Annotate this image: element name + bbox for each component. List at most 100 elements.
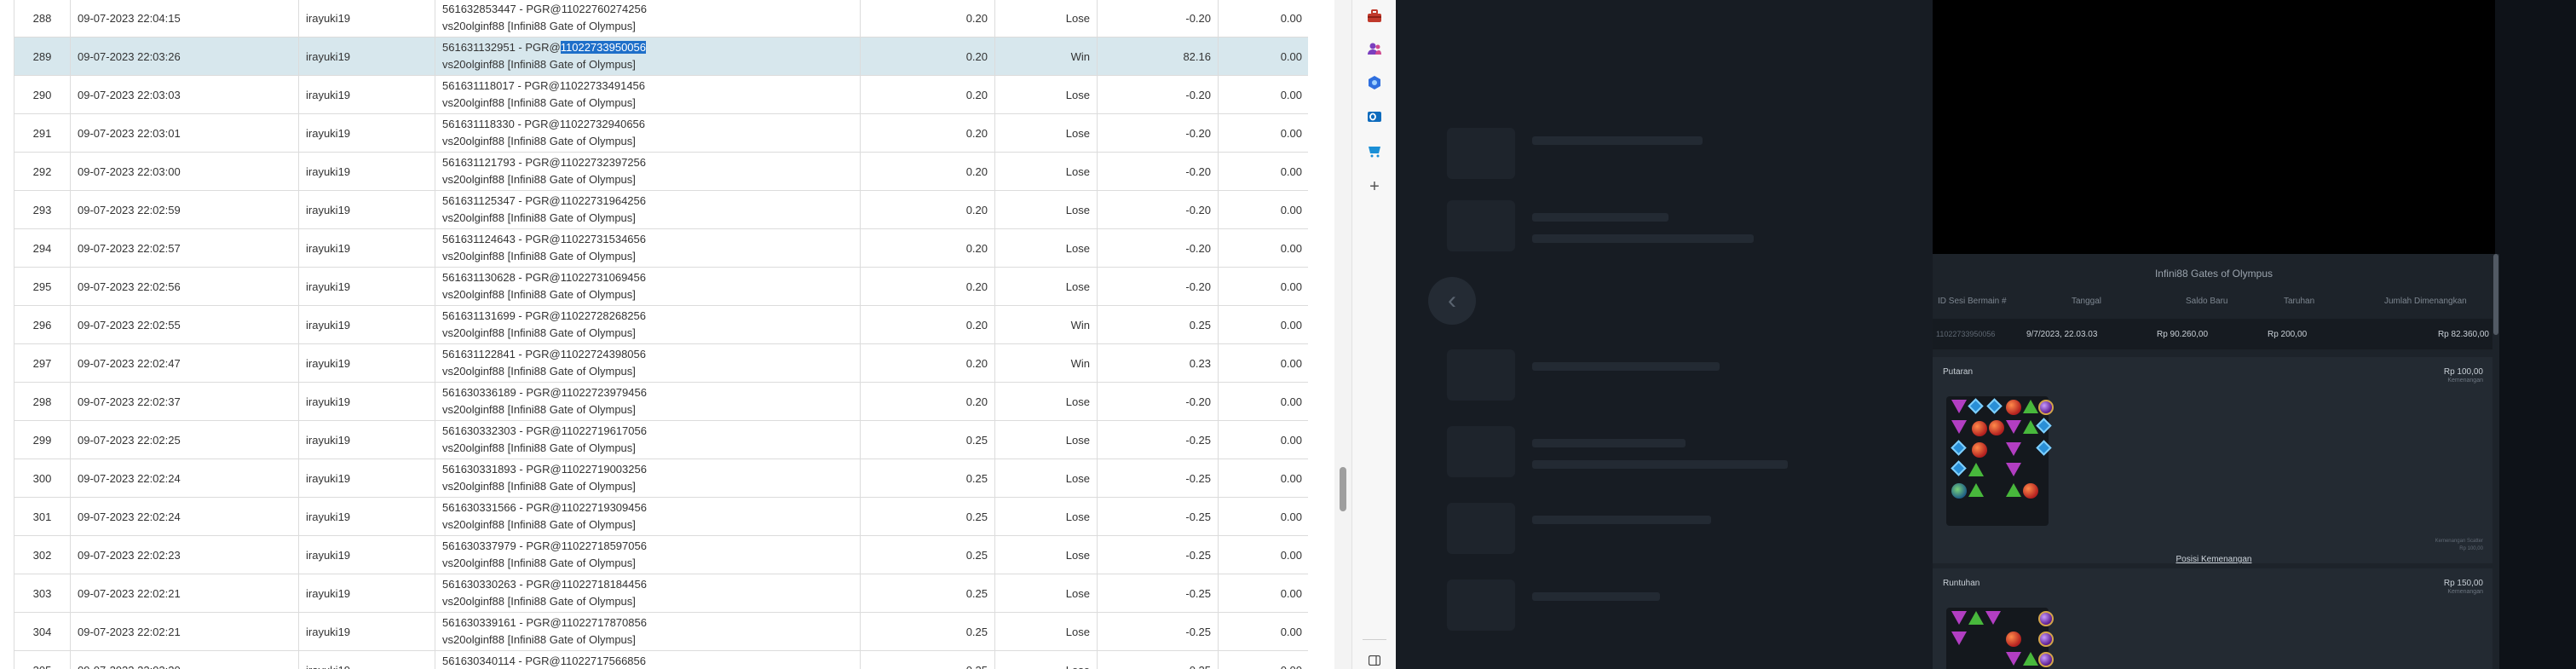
- table-row[interactable]: 293 09-07-2023 22:02:59 irayuki19 561631125…: [14, 190, 1308, 229]
- page-scrollbar-thumb[interactable]: [1340, 467, 1346, 511]
- round-reference[interactable]: 11022731069456: [561, 271, 646, 284]
- bet-id: 561631132951 - PGR: [442, 41, 561, 54]
- round-reference[interactable]: 11022717870856: [562, 616, 647, 629]
- slot-symbol-icon: [1972, 421, 1987, 436]
- header-win-total: Jumlah Dimenangkan: [2384, 297, 2467, 306]
- side-panel-divider: [1363, 639, 1386, 640]
- table-row[interactable]: 288 09-07-2023 22:04:15 irayuki19 561632853…: [14, 0, 1308, 37]
- modal-scrollbar-thumb[interactable]: [2493, 254, 2498, 335]
- round-reference[interactable]: 11022723979456: [562, 386, 647, 399]
- stake: 0.20: [860, 190, 995, 229]
- round-reference[interactable]: 11022731964256: [561, 194, 646, 207]
- round-reference[interactable]: 11022719309456: [562, 501, 647, 514]
- table-row[interactable]: 299 09-07-2023 22:02:25 irayuki19 561630332…: [14, 420, 1308, 459]
- add-icon[interactable]: +: [1363, 176, 1386, 198]
- game-name: vs20olginf88 [Infini88 Gate of Olympus]: [442, 595, 636, 608]
- people-icon[interactable]: [1363, 37, 1386, 60]
- table-row[interactable]: 294 09-07-2023 22:02:57 irayuki19 561631124…: [14, 228, 1308, 268]
- table-row[interactable]: 297 09-07-2023 22:02:47 irayuki19 561631122…: [14, 343, 1308, 383]
- round-reference[interactable]: 11022728268256: [561, 309, 646, 322]
- username: irayuki19: [298, 574, 435, 613]
- table-row[interactable]: 292 09-07-2023 22:03:00 irayuki19 561631121…: [14, 152, 1308, 191]
- balance: 0.00: [1218, 612, 1308, 651]
- slot-symbol-icon: [1951, 440, 1967, 456]
- balance: 0.00: [1218, 0, 1308, 37]
- round-reference[interactable]: 11022724398056: [561, 348, 646, 360]
- slot-symbol-icon: [2006, 652, 2021, 666]
- bet-datetime: 09-07-2023 22:02:21: [70, 612, 299, 651]
- winning-positions-link[interactable]: Posisi Kemenangan: [1933, 555, 2495, 564]
- table-row[interactable]: 30509-07-2023 22:02:20irayuki19561630340…: [14, 650, 1308, 669]
- table-row[interactable]: 301 09-07-2023 22:02:24 irayuki19 561630331…: [14, 497, 1308, 536]
- bet-id-line: 561631122841 - PGR11022724398056: [442, 346, 853, 363]
- bet-detail: 561631132951 - PGR11022733950056 vs20olgi…: [435, 37, 861, 76]
- row-number: 300: [14, 458, 71, 498]
- sidebar-toggle-icon[interactable]: [1363, 649, 1386, 669]
- round-reference[interactable]: 11022719617056: [562, 424, 647, 437]
- round-reference[interactable]: 11022731534656: [561, 233, 646, 245]
- row-number: 303: [14, 574, 71, 613]
- game-name: vs20olginf88 [Infini88 Gate of Olympus]: [442, 480, 636, 493]
- username: irayuki19: [298, 420, 435, 459]
- page-scrollbar[interactable]: [1334, 0, 1351, 669]
- toolbox-icon[interactable]: [1363, 5, 1386, 27]
- table-row[interactable]: 302 09-07-2023 22:02:23 irayuki19 561630337…: [14, 535, 1308, 574]
- ghost-text: [1532, 136, 1703, 145]
- bet-datetime: 09-07-2023 22:02:20: [70, 650, 299, 669]
- table-row[interactable]: 300 09-07-2023 22:02:24 irayuki19 561630331…: [14, 458, 1308, 498]
- round-reference[interactable]: 11022733491456: [560, 79, 645, 92]
- table-row[interactable]: 298 09-07-2023 22:02:37 irayuki19 561630336…: [14, 382, 1308, 421]
- outlook-icon[interactable]: [1363, 106, 1386, 128]
- row-number: 292: [14, 152, 71, 191]
- bet-datetime: 09-07-2023 22:03:01: [70, 113, 299, 153]
- row-number: 297: [14, 343, 71, 383]
- bet-id-line: 561630332303 - PGR11022719617056: [442, 423, 853, 440]
- bet-datetime: 09-07-2023 22:02:57: [70, 228, 299, 268]
- bet-id-line: 561630340114 - PGR11022717566856: [442, 653, 853, 669]
- scatter-win-note: Kemenangan Scatter Rp 100,00: [2435, 538, 2483, 553]
- round-reference[interactable]: 11022717566856: [561, 655, 646, 667]
- username: irayuki19: [298, 228, 435, 268]
- table-row[interactable]: 303 09-07-2023 22:02:21 irayuki19 561630330…: [14, 574, 1308, 613]
- modal-scrollbar[interactable]: [2492, 254, 2499, 669]
- row-number: 302: [14, 535, 71, 574]
- table-row[interactable]: 304 09-07-2023 22:02:21 irayuki19 561630339…: [14, 612, 1308, 651]
- round-reference[interactable]: 11022732940656: [560, 118, 645, 130]
- copilot-icon[interactable]: [1363, 72, 1386, 94]
- bet-id: 561632853447 - PGR: [442, 3, 562, 15]
- row-number: 299: [14, 420, 71, 459]
- username: irayuki19: [298, 497, 435, 536]
- table-row[interactable]: 291 09-07-2023 22:03:01 irayuki19 561631118…: [14, 113, 1308, 153]
- table-row[interactable]: 289 09-07-2023 22:03:26 irayuki19 561631132…: [14, 37, 1308, 76]
- game-name: vs20olginf88 [Infini88 Gate of Olympus]: [442, 557, 636, 569]
- result-status: Lose: [994, 190, 1098, 229]
- result-status: Win: [994, 37, 1098, 76]
- slot-symbol-icon: [2006, 632, 2021, 647]
- round-reference[interactable]: 11022718184456: [562, 578, 647, 591]
- row-number: 289: [14, 37, 71, 76]
- table-row[interactable]: 296 09-07-2023 22:02:55 irayuki19 561631131…: [14, 305, 1308, 344]
- back-arrow-icon[interactable]: ‹: [1428, 277, 1476, 325]
- scatter-win-note-line1: Kemenangan Scatter: [2435, 539, 2483, 544]
- slot-symbol-icon: [2038, 652, 2054, 667]
- round-reference[interactable]: 11022733950056: [560, 41, 646, 54]
- table-row[interactable]: 295 09-07-2023 22:02:56 irayuki19 561631130…: [14, 267, 1308, 306]
- round-reference[interactable]: 11022732397256: [561, 156, 646, 169]
- round-reference[interactable]: 11022718597056: [562, 539, 647, 552]
- game-name: vs20olginf88 [Infini88 Gate of Olympus]: [442, 96, 636, 109]
- shopping-icon[interactable]: [1363, 140, 1386, 162]
- game-name: vs20olginf88 [Infini88 Gate of Olympus]: [442, 58, 636, 71]
- result-status: Lose: [994, 497, 1098, 536]
- bet-datetime: 09-07-2023 22:03:26: [70, 37, 299, 76]
- slot-symbol-icon: [2038, 400, 2054, 415]
- slot-symbol-icon: [2006, 442, 2021, 456]
- result-status: Lose: [994, 0, 1098, 37]
- bet-id-line: 561630331566 - PGR11022719309456: [442, 499, 853, 516]
- bet-id-line: 561630330263 - PGR11022718184456: [442, 576, 853, 593]
- spin-amount-caption: Kemenangan: [2447, 378, 2483, 384]
- bet-id-line: 561630339161 - PGR11022717870856: [442, 614, 853, 632]
- round-reference[interactable]: 11022760274256: [562, 3, 647, 15]
- slot-symbol-icon: [2038, 611, 2054, 626]
- table-row[interactable]: 290 09-07-2023 22:03:03 irayuki19 561631118…: [14, 75, 1308, 114]
- round-reference[interactable]: 11022719003256: [562, 463, 647, 476]
